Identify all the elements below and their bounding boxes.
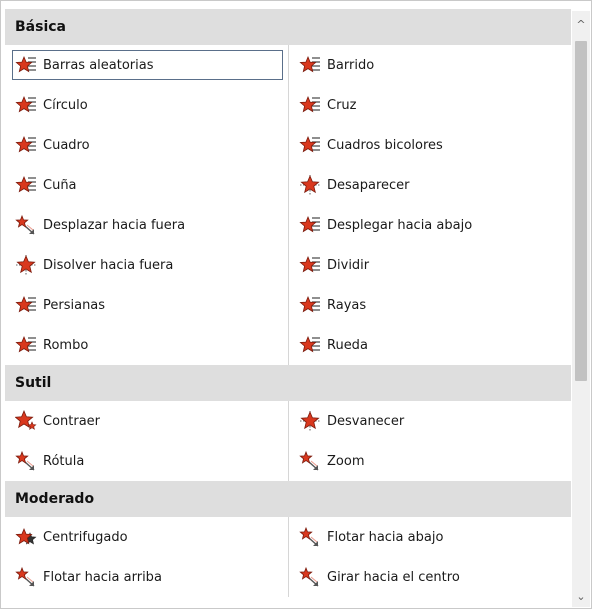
effect-item-desaparecer[interactable]: Desaparecer — [289, 165, 571, 205]
section-header-moderado: Moderado — [5, 481, 571, 517]
effect-label: Desvanecer — [327, 413, 405, 429]
star-stripes-icon — [15, 174, 37, 196]
section-moderado-grid: Centrifugado Flotar hacia abajo Flotar h… — [5, 517, 571, 597]
effect-item-rotula[interactable]: Rótula — [5, 441, 289, 481]
effect-label: Cuadros bicolores — [327, 137, 443, 153]
effect-label: Zoom — [327, 453, 365, 469]
scrollbar-thumb[interactable] — [575, 41, 587, 381]
effect-label: Rombo — [43, 337, 89, 353]
effect-item-cuadro[interactable]: Cuadro — [5, 125, 289, 165]
section-header-basica: Básica — [5, 9, 571, 45]
star-stripes-icon — [299, 294, 321, 316]
effect-item-desplegar-hacia-abajo[interactable]: Desplegar hacia abajo — [289, 205, 571, 245]
section-header-sutil: Sutil — [5, 365, 571, 401]
section-sutil-grid: Contraer Desvanecer Rótula Zoom — [5, 401, 571, 481]
effect-label: Dividir — [327, 257, 370, 273]
star-stripes-icon — [15, 54, 37, 76]
effect-item-dividir[interactable]: Dividir — [289, 245, 571, 285]
effect-item-zoom[interactable]: Zoom — [289, 441, 571, 481]
effect-label: Cuña — [43, 177, 77, 193]
star-stripes-icon — [299, 94, 321, 116]
effect-item-girar-hacia-el-centro[interactable]: Girar hacia el centro — [289, 557, 571, 597]
star-arrow-icon — [15, 450, 37, 472]
star-stripes-icon — [299, 254, 321, 276]
effect-label: Cruz — [327, 97, 357, 113]
effect-item-cuadros-bicolores[interactable]: Cuadros bicolores — [289, 125, 571, 165]
star-arrow-icon — [299, 526, 321, 548]
star-stripes-icon — [15, 294, 37, 316]
star-shrink-icon — [14, 409, 37, 432]
effect-item-cuna[interactable]: Cuña — [5, 165, 289, 205]
effect-item-centrifugado[interactable]: Centrifugado — [5, 517, 289, 557]
effect-item-flotar-hacia-arriba[interactable]: Flotar hacia arriba — [5, 557, 289, 597]
star-stripes-icon — [15, 334, 37, 356]
effect-label: Flotar hacia arriba — [43, 569, 162, 585]
section-basica-grid: Barras aleatorias Barrido Círculo Cruz C… — [5, 45, 571, 365]
effect-label: Cuadro — [43, 137, 90, 153]
star-arrow-icon — [15, 214, 37, 236]
star-burst-icon — [299, 410, 321, 432]
effect-label: Disolver hacia fuera — [43, 257, 174, 273]
effect-item-barrido[interactable]: Barrido — [289, 45, 571, 85]
effect-label: Círculo — [43, 97, 88, 113]
star-arrow-icon — [299, 450, 321, 472]
star-stripes-icon — [299, 54, 321, 76]
effects-list-panel: Básica Barras aleatorias Barrido Círculo… — [0, 0, 592, 609]
star-stripes-icon — [15, 134, 37, 156]
effect-item-rueda[interactable]: Rueda — [289, 325, 571, 365]
effect-label: Desplegar hacia abajo — [327, 217, 473, 233]
effect-label: Barrido — [327, 57, 375, 73]
star-stripes-icon — [299, 214, 321, 236]
star-stripes-icon — [15, 94, 37, 116]
effect-item-desvanecer[interactable]: Desvanecer — [289, 401, 571, 441]
effect-item-cruz[interactable]: Cruz — [289, 85, 571, 125]
scroll-down-arrow-icon[interactable]: ⌄ — [572, 589, 590, 605]
effect-item-disolver-hacia-fuera[interactable]: Disolver hacia fuera — [5, 245, 289, 285]
effect-item-desplazar-hacia-fuera[interactable]: Desplazar hacia fuera — [5, 205, 289, 245]
effects-list: Básica Barras aleatorias Barrido Círculo… — [5, 9, 571, 597]
star-stripes-icon — [299, 334, 321, 356]
effect-label: Barras aleatorias — [43, 57, 154, 73]
effect-label: Centrifugado — [43, 529, 128, 545]
effect-label: Desaparecer — [327, 177, 410, 193]
effect-label: Rótula — [43, 453, 85, 469]
effect-label: Flotar hacia abajo — [327, 529, 444, 545]
star-burst-icon — [15, 254, 37, 276]
vertical-scrollbar[interactable]: ^ ⌄ — [572, 11, 590, 607]
effect-label: Rueda — [327, 337, 368, 353]
effect-label: Rayas — [327, 297, 367, 313]
effect-label: Persianas — [43, 297, 106, 313]
effect-label: Desplazar hacia fuera — [43, 217, 186, 233]
scroll-up-arrow-icon[interactable]: ^ — [572, 17, 590, 33]
effect-item-rombo[interactable]: Rombo — [5, 325, 289, 365]
effect-item-persianas[interactable]: Persianas — [5, 285, 289, 325]
effect-item-circulo[interactable]: Círculo — [5, 85, 289, 125]
star-arrow-icon — [299, 566, 321, 588]
effect-label: Girar hacia el centro — [327, 569, 460, 585]
effect-item-contraer[interactable]: Contraer — [5, 401, 289, 441]
star-arrow-icon — [15, 566, 37, 588]
star-spin-icon — [15, 526, 37, 548]
effect-item-rayas[interactable]: Rayas — [289, 285, 571, 325]
star-stripes-icon — [299, 134, 321, 156]
effect-item-barras-aleatorias[interactable]: Barras aleatorias — [5, 45, 289, 85]
effect-label: Contraer — [43, 413, 101, 429]
effect-item-flotar-hacia-abajo[interactable]: Flotar hacia abajo — [289, 517, 571, 557]
star-burst-icon — [299, 174, 321, 196]
